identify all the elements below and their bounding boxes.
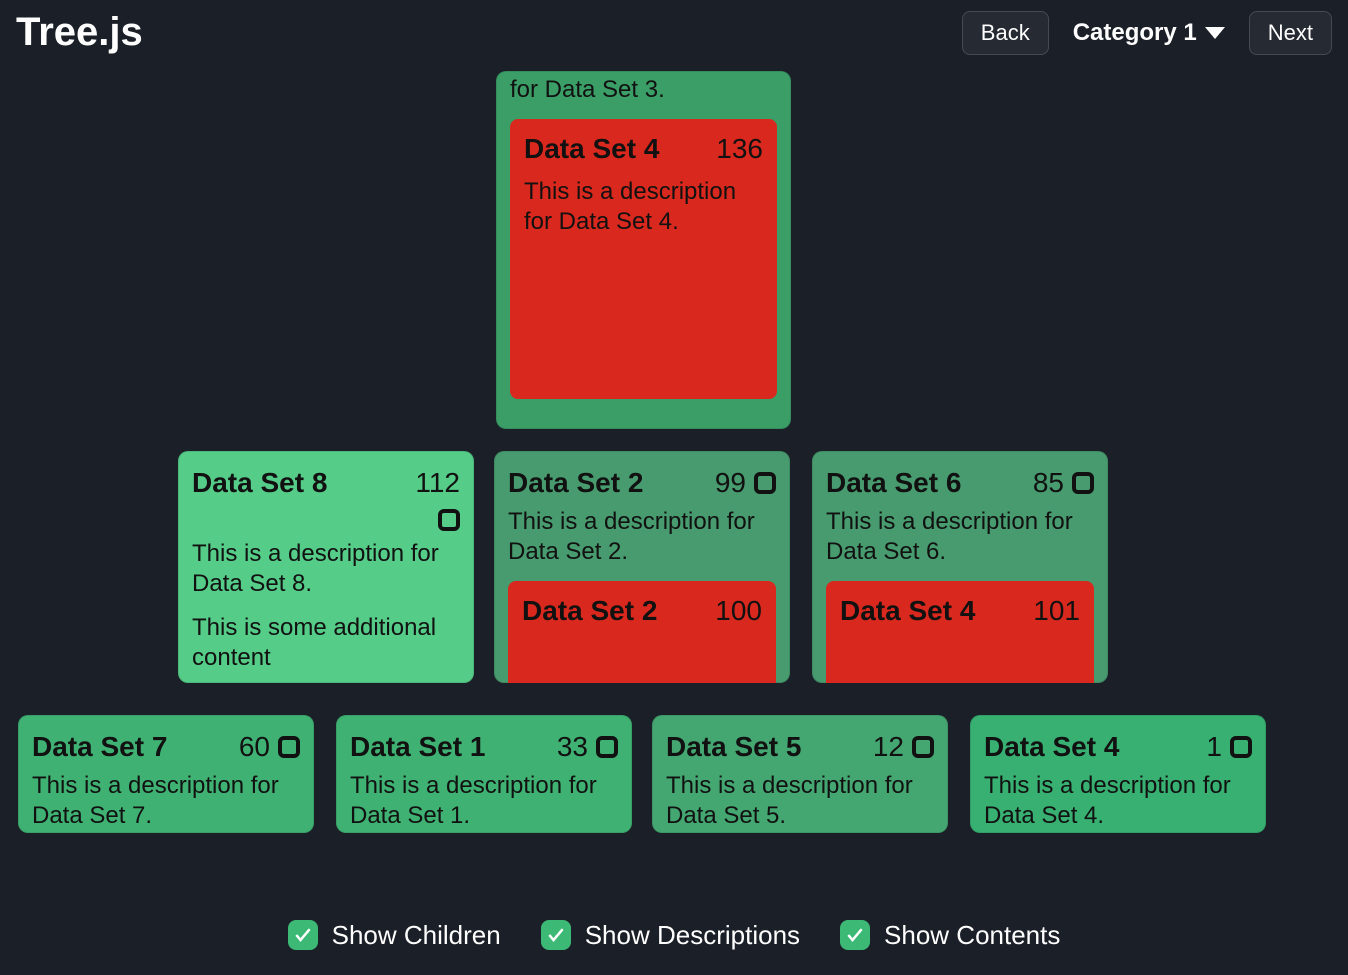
toggle-label: Show Children [332,920,501,951]
card-value: 1 [1206,731,1252,763]
card-title: Data Set 7 [32,731,167,763]
footer-toggles: Show Children Show Descriptions Show Con… [0,895,1348,975]
toggle-show-descriptions[interactable]: Show Descriptions [541,920,800,951]
stop-icon[interactable] [1072,472,1094,494]
card-title: Data Set 6 [826,467,961,499]
card-ds4[interactable]: Data Set 4 1 This is a description for D… [970,715,1266,833]
stop-icon[interactable] [438,509,460,531]
card-description: This is a description for Data Set 1. [350,771,618,831]
card-head: Data Set 4 136 [524,133,763,165]
root-card[interactable]: for Data Set 3. Data Set 4 136 This is a… [496,71,791,429]
chevron-down-icon [1205,27,1225,39]
card-title: Data Set 4 [840,595,975,627]
toggle-show-contents[interactable]: Show Contents [840,920,1060,951]
back-button[interactable]: Back [962,11,1049,55]
stop-icon[interactable] [1230,736,1252,758]
header-controls: Back Category 1 Next [962,11,1332,55]
category-dropdown[interactable]: Category 1 [1059,13,1239,53]
card-content: This is some additional content [192,613,460,673]
card-title: Data Set 4 [524,133,659,165]
tree-stage: for Data Set 3. Data Set 4 136 This is a… [0,65,1348,845]
next-button[interactable]: Next [1249,11,1332,55]
stop-icon[interactable] [754,472,776,494]
card-title: Data Set 8 [192,467,327,499]
card-value: 99 [715,467,776,499]
child-card[interactable]: Data Set 2 100 [508,581,776,683]
card-title: Data Set 1 [350,731,485,763]
toggle-show-children[interactable]: Show Children [288,920,501,951]
card-ds6[interactable]: Data Set 6 85 This is a description for … [812,451,1108,683]
card-description: This is a description for Data Set 2. [508,507,776,567]
card-value: 33 [557,731,618,763]
card-value: 12 [873,731,934,763]
toggle-label: Show Descriptions [585,920,800,951]
child-card[interactable]: Data Set 4 136 This is a description for… [510,119,777,399]
card-description: This is a description for Data Set 4. [524,173,763,237]
card-description: This is a description for Data Set 8. [192,539,460,599]
card-description: This is a description for Data Set 4. [984,771,1252,831]
card-description: This is a description for Data Set 5. [666,771,934,831]
child-card[interactable]: Data Set 4 101 [826,581,1094,683]
card-ds1[interactable]: Data Set 1 33 This is a description for … [336,715,632,833]
toggle-label: Show Contents [884,920,1060,951]
app-title: Tree.js [16,10,143,55]
category-label: Category 1 [1073,19,1197,47]
card-title: Data Set 2 [522,595,657,627]
card-ds5[interactable]: Data Set 5 12 This is a description for … [652,715,948,833]
card-title: Data Set 4 [984,731,1119,763]
stop-icon[interactable] [278,736,300,758]
card-description: This is a description for Data Set 7. [32,771,300,831]
card-title: Data Set 5 [666,731,801,763]
card-value: 101 [1033,595,1080,627]
checkbox-icon [840,920,870,950]
stop-icon[interactable] [912,736,934,758]
card-value: 112 [415,467,460,531]
stop-icon[interactable] [596,736,618,758]
card-value: 100 [715,595,762,627]
card-value: 60 [239,731,300,763]
header: Tree.js Back Category 1 Next [0,0,1348,65]
card-ds8[interactable]: Data Set 8 112 This is a description for… [178,451,474,683]
card-value: 136 [716,133,763,165]
card-description: This is a description for Data Set 6. [826,507,1094,567]
checkbox-icon [541,920,571,950]
card-title: Data Set 2 [508,467,643,499]
card-description: for Data Set 3. [510,71,777,105]
card-ds7[interactable]: Data Set 7 60 This is a description for … [18,715,314,833]
checkbox-icon [288,920,318,950]
card-ds2[interactable]: Data Set 2 99 This is a description for … [494,451,790,683]
card-value: 85 [1033,467,1094,499]
